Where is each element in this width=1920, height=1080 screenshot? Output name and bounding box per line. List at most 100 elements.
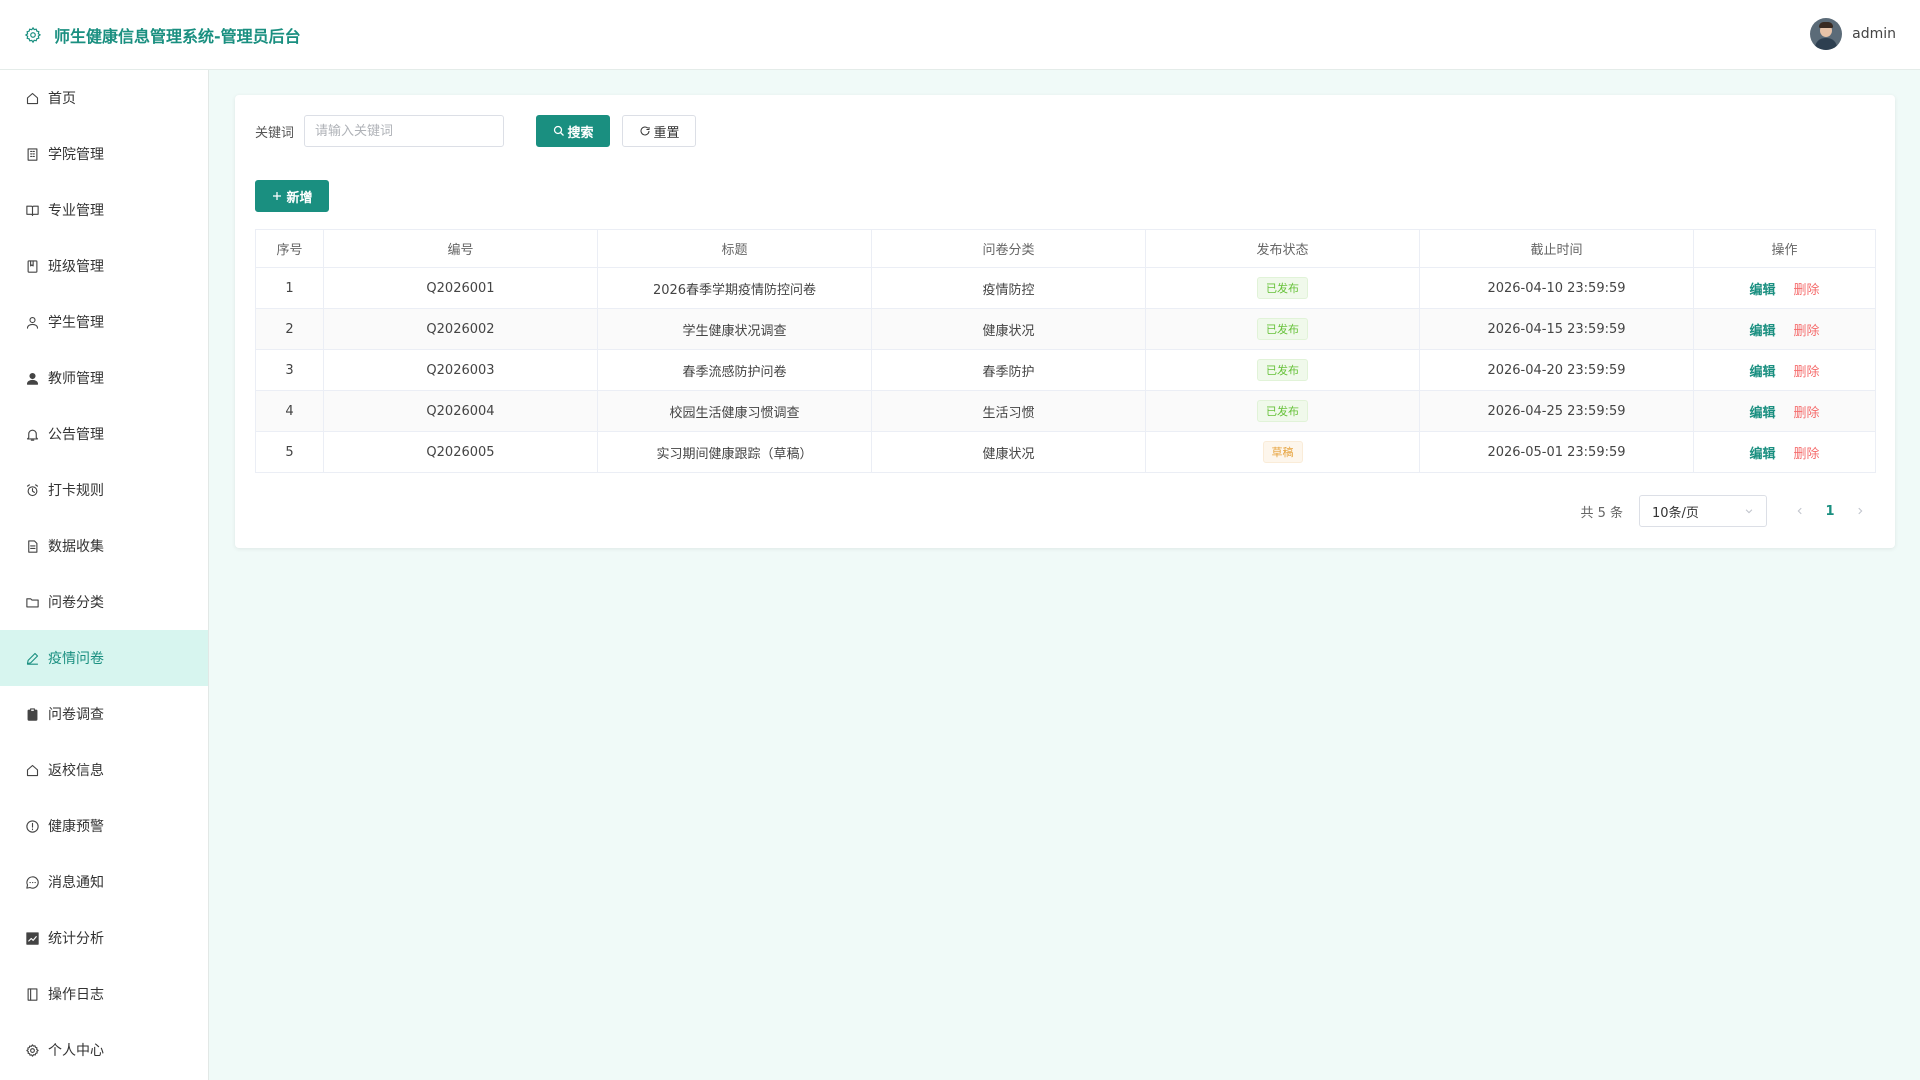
house-icon <box>24 762 40 778</box>
sidebar-item-15[interactable]: 统计分析 <box>0 910 208 966</box>
edit-button[interactable]: 编辑 <box>1749 447 1775 462</box>
cell-code: Q2026005 <box>323 431 598 473</box>
status-badge: 草稿 <box>1262 441 1303 463</box>
sidebar-item-5[interactable]: 教师管理 <box>0 350 208 406</box>
sidebar-item-2[interactable]: 专业管理 <box>0 182 208 238</box>
plus-icon <box>273 192 282 200</box>
page-number[interactable]: 1 <box>1815 497 1845 525</box>
cell-status: 草稿 <box>1145 431 1420 473</box>
sidebar-item-16[interactable]: 操作日志 <box>0 966 208 1022</box>
cell-status: 已发布 <box>1145 308 1420 350</box>
chevron-down-icon <box>1745 509 1753 514</box>
cell-category: 春季防护 <box>871 349 1146 391</box>
cell-deadline: 2026-04-15 23:59:59 <box>1419 308 1694 350</box>
sidebar-item-label: 操作日志 <box>48 987 104 1003</box>
document-icon <box>24 538 40 554</box>
delete-button[interactable]: 删除 <box>1794 447 1820 462</box>
top-bar: 师生健康信息管理系统-管理员后台 admin <box>0 0 1920 70</box>
chart-icon <box>24 930 40 946</box>
log-book-icon <box>24 986 40 1002</box>
table-row: 3 Q2026003 春季流感防护问卷 春季防护 已发布 2026-04-20 23:59… <box>255 349 1876 391</box>
username[interactable]: admin <box>1852 26 1896 42</box>
delete-button[interactable]: 删除 <box>1794 365 1820 380</box>
cell-category: 健康状况 <box>871 431 1146 473</box>
sidebar-item-label: 学院管理 <box>48 147 104 163</box>
edit-icon <box>24 650 40 666</box>
sidebar-item-3[interactable]: 班级管理 <box>0 238 208 294</box>
sidebar-item-9[interactable]: 问卷分类 <box>0 574 208 630</box>
cell-deadline: 2026-04-10 23:59:59 <box>1419 267 1694 309</box>
cell-deadline: 2026-04-20 23:59:59 <box>1419 349 1694 391</box>
folder-icon <box>24 594 40 610</box>
cell-category: 生活习惯 <box>871 390 1146 432</box>
cell-index: 4 <box>255 390 324 432</box>
table-row: 2 Q2026002 学生健康状况调查 健康状况 已发布 2026-04-15 23:59… <box>255 308 1876 350</box>
keyword-input[interactable] <box>304 115 505 147</box>
sidebar-item-label: 数据收集 <box>48 539 104 555</box>
column-header-title: 标题 <box>597 229 872 268</box>
sidebar-item-4[interactable]: 学生管理 <box>0 294 208 350</box>
search-button[interactable]: 搜索 <box>536 115 611 147</box>
sidebar-item-1[interactable]: 学院管理 <box>0 126 208 182</box>
notebook-icon <box>24 258 40 274</box>
page-size-value: 10条/页 <box>1652 505 1699 521</box>
cell-actions: 编辑 删除 <box>1693 390 1876 432</box>
edit-button[interactable]: 编辑 <box>1749 283 1775 298</box>
sidebar-item-6[interactable]: 公告管理 <box>0 406 208 462</box>
brand: 师生健康信息管理系统-管理员后台 <box>24 23 301 47</box>
sidebar-item-11[interactable]: 问卷调查 <box>0 686 208 742</box>
reset-button[interactable]: 重置 <box>622 115 697 147</box>
sidebar-item-label: 学生管理 <box>48 315 104 331</box>
cell-actions: 编辑 删除 <box>1693 267 1876 309</box>
status-badge: 已发布 <box>1257 400 1308 422</box>
sidebar-item-13[interactable]: 健康预警 <box>0 798 208 854</box>
sidebar-item-17[interactable]: 个人中心 <box>0 1022 208 1078</box>
edit-button[interactable]: 编辑 <box>1749 365 1775 380</box>
survey-table: 序号 编号 标题 问卷分类 发布状态 截止时间 操作 1 Q2026001 2026… <box>255 229 1876 473</box>
cell-index: 2 <box>255 308 324 350</box>
search-bar: 关键词 搜索 重置 <box>255 115 697 147</box>
total-count: 共 5 条 <box>1580 505 1623 521</box>
sidebar-item-label: 消息通知 <box>48 875 104 891</box>
sidebar-item-label: 统计分析 <box>48 931 104 947</box>
sidebar-item-12[interactable]: 返校信息 <box>0 742 208 798</box>
gear-icon <box>24 26 42 43</box>
sidebar-item-14[interactable]: 消息通知 <box>0 854 208 910</box>
main-panel: 关键词 搜索 重置 新增 序号 编号 标题 问卷分类 发布状态 截止时间 操作 <box>235 95 1895 548</box>
cell-index: 5 <box>255 431 324 473</box>
cell-index: 3 <box>255 349 324 391</box>
column-header-code: 编号 <box>323 229 598 268</box>
edit-button[interactable]: 编辑 <box>1749 406 1775 421</box>
sidebar-item-10[interactable]: 疫情问卷 <box>0 630 208 686</box>
avatar[interactable] <box>1810 18 1843 50</box>
cell-code: Q2026002 <box>323 308 598 350</box>
search-button-label: 搜索 <box>567 125 594 141</box>
sidebar-item-7[interactable]: 打卡规则 <box>0 462 208 518</box>
add-button[interactable]: 新增 <box>255 180 329 212</box>
sidebar-item-8[interactable]: 数据收集 <box>0 518 208 574</box>
table-row: 4 Q2026004 校园生活健康习惯调查 生活习惯 已发布 2026-04-25 23:… <box>255 390 1876 432</box>
sidebar: 首页学院管理专业管理 班级管理学生管理教师管理 公告管理打卡规则数据收集问卷分类 疫情… <box>0 70 209 1080</box>
sidebar-item-0[interactable]: 首页 <box>0 70 208 126</box>
user-menu[interactable]: admin <box>1810 18 1896 50</box>
chevron-left-icon <box>1797 507 1802 515</box>
delete-button[interactable]: 删除 <box>1794 406 1820 421</box>
cell-status: 已发布 <box>1145 349 1420 391</box>
delete-button[interactable]: 删除 <box>1794 283 1820 298</box>
page-size-select[interactable]: 10条/页 <box>1639 495 1767 527</box>
edit-button[interactable]: 编辑 <box>1749 324 1775 339</box>
status-badge: 已发布 <box>1257 359 1308 381</box>
sidebar-item-label: 打卡规则 <box>48 483 104 499</box>
app-title: 师生健康信息管理系统-管理员后台 <box>54 26 301 46</box>
sidebar-item-label: 首页 <box>48 91 76 107</box>
cell-deadline: 2026-04-25 23:59:59 <box>1419 390 1694 432</box>
column-header-deadline: 截止时间 <box>1419 229 1694 268</box>
add-button-label: 新增 <box>286 190 313 206</box>
delete-button[interactable]: 删除 <box>1794 324 1820 339</box>
alarm-clock-icon <box>24 482 40 498</box>
cell-actions: 编辑 删除 <box>1693 308 1876 350</box>
next-page-button[interactable] <box>1845 497 1875 525</box>
prev-page-button[interactable] <box>1785 497 1815 525</box>
home-icon <box>24 90 40 106</box>
book-icon <box>24 202 40 218</box>
